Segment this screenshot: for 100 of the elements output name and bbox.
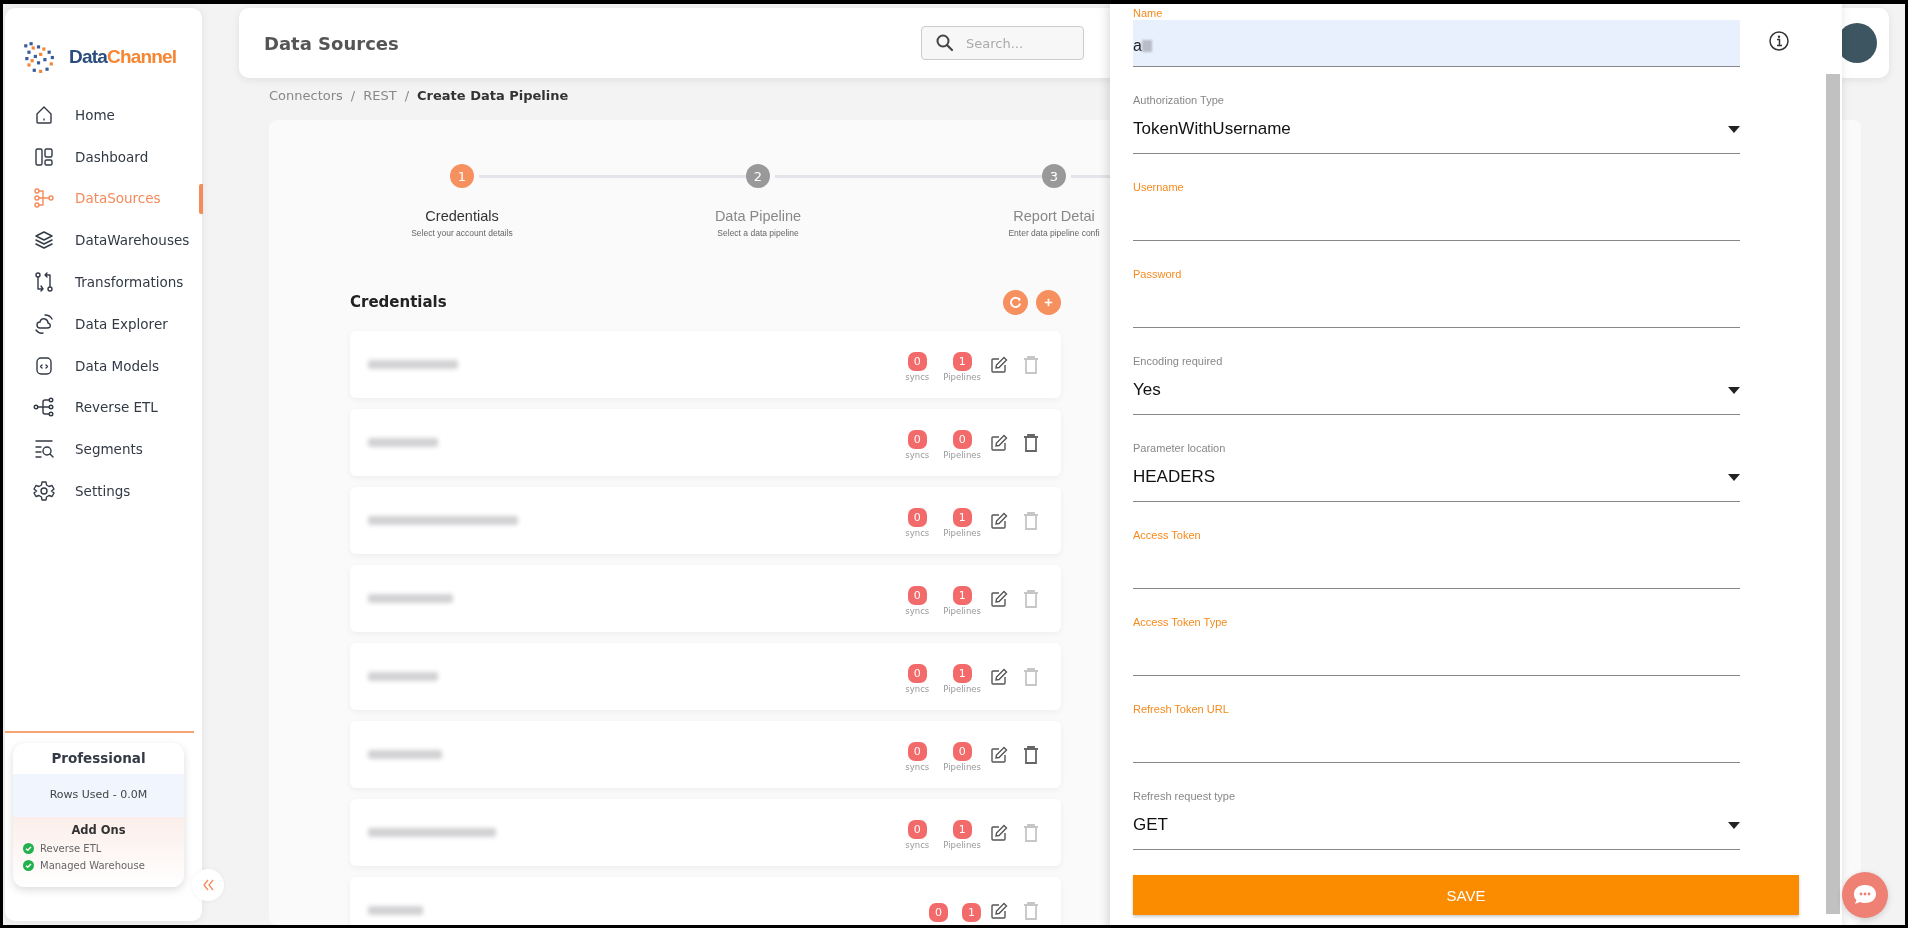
credential-row[interactable]: 0 1 xyxy=(350,877,1061,925)
chat-button[interactable] xyxy=(1842,872,1888,918)
step-subtitle: Select a data pipeline xyxy=(717,228,799,238)
nav-item[interactable]: Data Explorer xyxy=(5,303,202,345)
step-subtitle: Enter data pipeline confi xyxy=(1008,228,1100,238)
count-badge: 0 xyxy=(907,351,927,371)
field-label: Authorization Type xyxy=(1133,93,1225,107)
nav-item[interactable]: DataSources xyxy=(5,177,202,220)
count-label: Pipelines xyxy=(943,839,981,850)
count-label: syncs xyxy=(905,371,930,382)
count-badge: 0 xyxy=(952,429,972,449)
step-number[interactable]: 3 xyxy=(1042,164,1066,188)
breadcrumb-separator: / xyxy=(404,88,410,103)
addons-title: Add Ons xyxy=(70,823,127,837)
refresh-icon xyxy=(1009,295,1022,309)
credential-row[interactable]: 0 syncs 1 Pipelines xyxy=(350,331,1061,398)
count-badge: 0 xyxy=(907,585,927,605)
nav-item[interactable]: DataWarehouses xyxy=(5,219,202,262)
nav-item[interactable]: Reverse ETL xyxy=(5,386,202,429)
count-badge: 1 xyxy=(952,585,972,605)
count-badge: 0 xyxy=(952,741,972,761)
code-file-icon xyxy=(33,354,55,377)
step-subtitle: Select your account details xyxy=(411,228,513,238)
credential-row[interactable]: 0 syncs 0 Pipelines xyxy=(350,409,1061,476)
count-badge: 0 xyxy=(929,903,948,922)
breadcrumb-link[interactable]: REST xyxy=(363,88,397,103)
nav-item[interactable]: Settings xyxy=(5,470,202,512)
count-badge: 0 xyxy=(907,819,927,839)
caret-icon xyxy=(1728,822,1740,829)
redacted-text xyxy=(1141,40,1152,52)
field-label: Refresh Token URL xyxy=(1133,702,1230,716)
field-label: Parameter location xyxy=(1133,441,1227,455)
delete-button[interactable] xyxy=(1021,431,1041,454)
count-badge: 1 xyxy=(952,663,972,683)
addon-label: Reverse ETL xyxy=(40,843,102,854)
addon-label: Managed Warehouse xyxy=(40,860,145,871)
credential-row[interactable]: 0 syncs 1 Pipelines xyxy=(350,643,1061,710)
nav-item[interactable]: Dashboard xyxy=(5,135,202,178)
count-badge: 0 xyxy=(907,663,927,683)
count-label: syncs xyxy=(905,839,930,850)
dropdown[interactable]: GET xyxy=(1133,813,1740,850)
count-badge: 1 xyxy=(952,507,972,527)
credential-row[interactable]: 0 syncs 0 Pipelines xyxy=(350,721,1061,788)
count-label: Pipelines xyxy=(943,449,981,460)
step-number[interactable]: 1 xyxy=(450,164,474,188)
count-label: syncs xyxy=(905,605,930,616)
nav-item[interactable]: Data Models xyxy=(5,344,202,387)
count-label: Pipelines xyxy=(943,527,981,538)
nav-item[interactable]: Segments xyxy=(5,428,202,471)
count-badge: 1 xyxy=(952,351,972,371)
chat-icon xyxy=(1852,883,1878,907)
layers-icon xyxy=(33,229,55,252)
info-icon[interactable] xyxy=(1768,30,1790,52)
dropdown[interactable]: Yes xyxy=(1133,378,1740,415)
redacted-text xyxy=(368,672,438,681)
credential-row[interactable]: 0 syncs 1 Pipelines xyxy=(350,565,1061,632)
plan-title: Professional xyxy=(50,749,147,768)
redacted-text xyxy=(368,438,438,447)
caret-icon xyxy=(1728,387,1740,394)
section-title: Credentials xyxy=(350,293,447,311)
breadcrumb-link[interactable]: Connectors xyxy=(269,88,343,103)
rows-used: Rows Used - 0.0M xyxy=(13,774,184,817)
count-label: syncs xyxy=(905,449,930,460)
field-label: Username xyxy=(1133,180,1185,194)
logo-icon xyxy=(21,40,55,74)
transform-icon xyxy=(33,271,55,294)
step-title: Credentials xyxy=(425,208,499,224)
dropdown[interactable]: TokenWithUsername xyxy=(1133,117,1740,154)
active-indicator xyxy=(199,183,203,214)
count-label: Pipelines xyxy=(943,371,981,382)
redacted-text xyxy=(368,906,423,915)
search-icon xyxy=(935,33,955,53)
settings-icon xyxy=(33,480,55,503)
save-button[interactable]: SAVE xyxy=(1133,875,1799,915)
search-field[interactable]: Search... xyxy=(921,26,1084,60)
credential-row[interactable]: 0 syncs 1 Pipelines xyxy=(350,487,1061,554)
count-label: syncs xyxy=(905,527,930,538)
step-title: Data Pipeline xyxy=(714,208,802,224)
cloud-sync-icon xyxy=(33,312,55,335)
delete-button[interactable] xyxy=(1021,743,1041,766)
field-label: Access Token Type xyxy=(1133,615,1229,629)
logo-text: DataChannel xyxy=(69,46,177,68)
step-number[interactable]: 2 xyxy=(746,164,770,188)
dropdown[interactable]: HEADERS xyxy=(1133,465,1740,502)
nav-item[interactable]: Home xyxy=(5,94,202,136)
count-label: Pipelines xyxy=(943,683,981,694)
scrollbar[interactable] xyxy=(1826,74,1840,914)
count-badge: 0 xyxy=(907,507,927,527)
field-label: Name xyxy=(1133,6,1164,20)
input-field[interactable]: a xyxy=(1133,20,1740,67)
nav-item[interactable]: Transformations xyxy=(5,261,202,303)
caret-icon xyxy=(1728,126,1740,133)
caret-icon xyxy=(1728,474,1740,481)
branch-icon xyxy=(33,187,55,210)
count-badge: 1 xyxy=(962,903,981,922)
count-badge: 1 xyxy=(952,819,972,839)
field-label: Refresh request type xyxy=(1133,789,1237,803)
credential-row[interactable]: 0 syncs 1 Pipelines xyxy=(350,799,1061,866)
breadcrumb-current: Create Data Pipeline xyxy=(417,88,569,103)
dashboard-icon xyxy=(33,145,55,168)
